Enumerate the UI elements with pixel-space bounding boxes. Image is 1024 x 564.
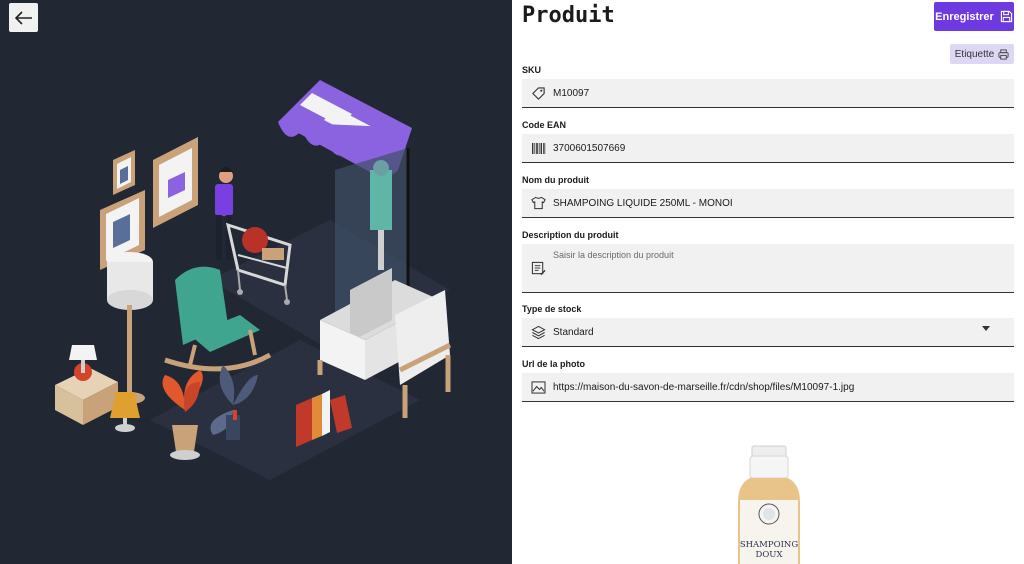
ean-value: 3700601507669 xyxy=(553,142,626,154)
layers-icon xyxy=(530,324,546,340)
side-table xyxy=(55,345,118,425)
arrow-left-icon xyxy=(14,10,32,25)
save-button[interactable]: Enregistrer xyxy=(934,2,1014,31)
barcode-icon xyxy=(530,140,546,156)
app-root: Produit Enregistrer Etiquette SKU M10097… xyxy=(0,0,1024,564)
shirt-icon xyxy=(530,195,546,211)
product-name-field-group: Nom du produit SHAMPOING LIQUIDE 250ML -… xyxy=(522,175,1014,218)
chevron-down-icon[interactable] xyxy=(982,326,990,331)
back-button[interactable] xyxy=(9,3,38,32)
image-icon xyxy=(530,379,546,395)
photo-url-value: https://maison-du-savon-de-marseille.fr/… xyxy=(553,381,855,393)
product-name-label: Nom du produit xyxy=(522,175,589,185)
photo-url-input[interactable]: https://maison-du-savon-de-marseille.fr/… xyxy=(522,373,1014,402)
stock-type-field-group: Type de stock Standard xyxy=(522,304,1014,347)
wall-frame-1 xyxy=(153,137,198,228)
photo-url-field-group: Url de la photo https://maison-du-savon-… xyxy=(522,359,1014,402)
stock-type-select[interactable]: Standard xyxy=(522,318,1014,347)
product-form-panel: Produit Enregistrer Etiquette SKU M10097… xyxy=(512,0,1024,564)
product-label-line2: DOUX xyxy=(756,550,784,560)
wall-frame-2 xyxy=(113,150,135,195)
ean-input[interactable]: 3700601507669 xyxy=(522,134,1014,163)
tag-icon xyxy=(530,85,546,101)
etiquette-button[interactable]: Etiquette xyxy=(950,44,1014,64)
shopper xyxy=(215,167,233,260)
store-illustration xyxy=(55,80,452,480)
description-label: Description du produit xyxy=(522,230,619,240)
product-name-input[interactable]: SHAMPOING LIQUIDE 250ML - MONOI xyxy=(522,189,1014,218)
edit-note-icon xyxy=(530,260,546,276)
save-button-label: Enregistrer xyxy=(935,10,994,23)
stock-type-value: Standard xyxy=(553,326,594,338)
sku-label: SKU xyxy=(522,65,542,75)
etiquette-button-label: Etiquette xyxy=(954,48,995,60)
description-field-group: Description du produit Saisir la descrip… xyxy=(522,230,1014,293)
ean-label: Code EAN xyxy=(522,120,567,130)
stock-type-label: Type de stock xyxy=(522,304,582,314)
sku-value: M10097 xyxy=(553,87,590,99)
illustration-panel xyxy=(0,0,512,564)
product-photo: SHAMPOING DOUX xyxy=(738,445,800,564)
ean-field-group: Code EAN 3700601507669 xyxy=(522,120,1014,163)
floppy-disk-icon xyxy=(1000,10,1013,23)
photo-url-label: Url de la photo xyxy=(522,359,585,369)
description-input[interactable]: Saisir la description du produit xyxy=(522,244,1014,293)
sku-input[interactable]: M10097 xyxy=(522,79,1014,108)
page-title: Produit xyxy=(522,3,615,28)
product-label-line1: SHAMPOING xyxy=(740,540,799,550)
description-placeholder: Saisir la description du produit xyxy=(553,250,674,260)
sku-field-group: SKU M10097 xyxy=(522,65,1014,108)
product-name-value: SHAMPOING LIQUIDE 250ML - MONOI xyxy=(553,197,733,209)
printer-icon xyxy=(998,48,1009,60)
